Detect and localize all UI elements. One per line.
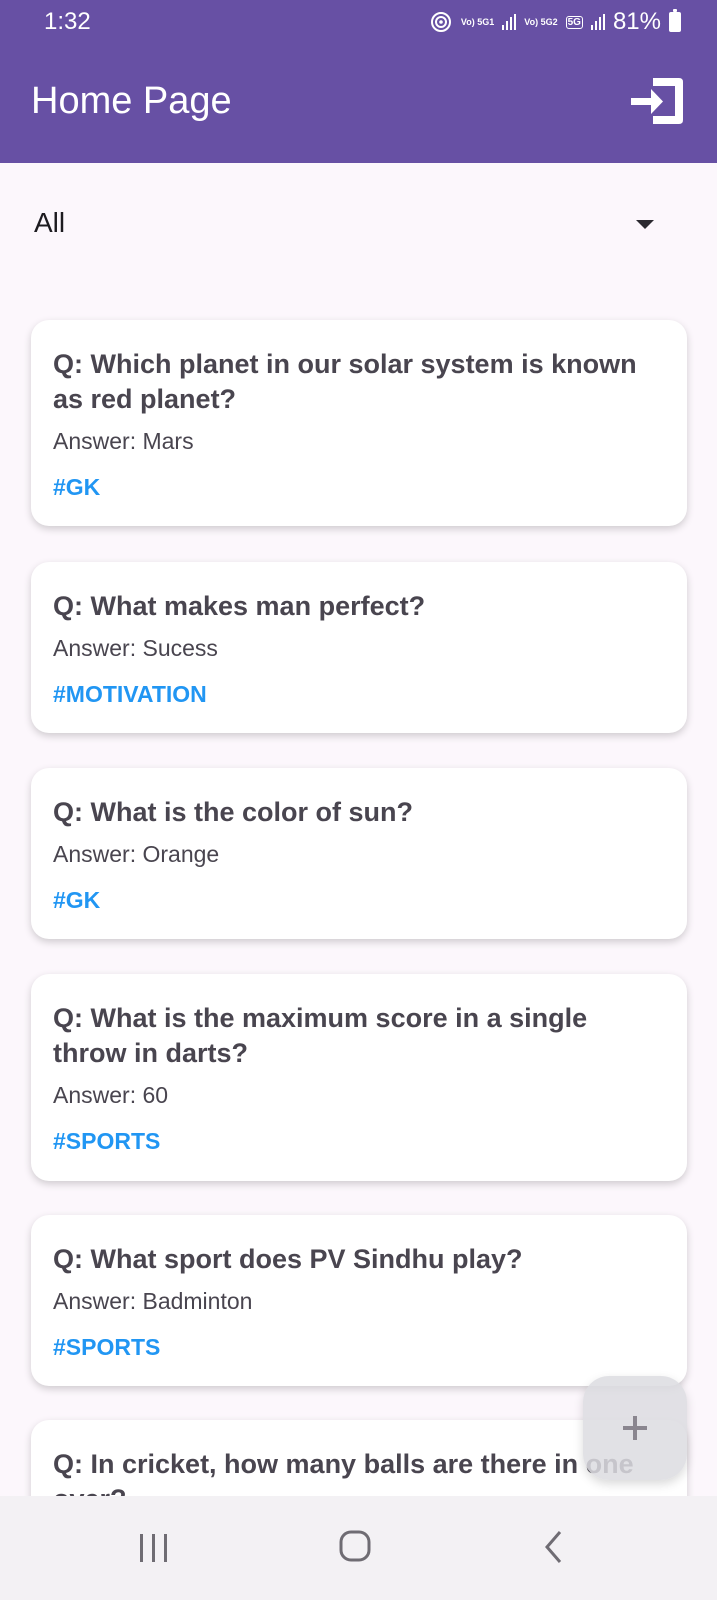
question-card[interactable]: Q: What sport does PV Sindhu play? Answe… — [31, 1215, 687, 1386]
question-card[interactable]: Q: What makes man perfect? Answer: Suces… — [31, 562, 687, 733]
tag-label: #SPORTS — [53, 1128, 161, 1154]
home-icon[interactable] — [338, 1529, 372, 1563]
back-icon[interactable] — [542, 1529, 566, 1565]
answer-text: Answer: Badminton — [53, 1288, 253, 1314]
answer-text: Answer: Sucess — [53, 635, 218, 661]
question-text: Q: Which planet in our solar system is k… — [53, 349, 637, 414]
answer-text: Answer: Orange — [53, 841, 220, 867]
logout-icon[interactable] — [627, 74, 687, 128]
status-time: 1:32 — [44, 8, 91, 35]
tag-label: #GK — [53, 474, 101, 500]
recent-apps-icon[interactable] — [138, 1531, 170, 1565]
question-text: Q: What is the maximum score in a single… — [53, 1003, 588, 1068]
question-text: Q: In cricket, how many balls are there … — [53, 1449, 634, 1496]
add-question-button[interactable] — [583, 1376, 687, 1480]
hotspot-icon — [430, 12, 451, 32]
page-title: Home Page — [31, 80, 232, 122]
tag-label: #MOTIVATION — [53, 681, 207, 707]
answer-text: Answer: Mars — [53, 428, 194, 454]
top-bar: 1:32 Vo) 5G1 Vo) 5G2 5G 81% Home Page — [0, 0, 717, 163]
question-card[interactable]: Q: What is the maximum score in a single… — [31, 974, 687, 1181]
question-card[interactable]: Q: Which planet in our solar system is k… — [31, 320, 687, 526]
status-bar: 1:32 Vo) 5G1 Vo) 5G2 5G 81% — [0, 0, 717, 44]
network-label-2: Vo) 5G2 — [524, 16, 558, 27]
signal-icon-2 — [590, 14, 605, 30]
tag-label: #GK — [53, 887, 101, 913]
network-label-1: Vo) 5G1 — [460, 16, 495, 27]
battery-percent: 81% — [612, 8, 661, 35]
battery-icon — [669, 9, 681, 32]
system-navigation-bar — [0, 1496, 717, 1600]
answer-text: Answer: 60 — [53, 1082, 169, 1108]
plus-icon — [623, 1416, 647, 1440]
status-icons: Vo) 5G1 Vo) 5G2 5G 81% — [429, 8, 681, 36]
question-text: Q: What is the color of sun? — [53, 797, 413, 827]
question-list[interactable]: Q: Which planet in our solar system is k… — [0, 163, 717, 1496]
question-text: Q: What sport does PV Sindhu play? — [53, 1244, 523, 1274]
signal-icon-1 — [502, 14, 517, 30]
question-card[interactable]: Q: What is the color of sun? Answer: Ora… — [31, 768, 687, 939]
5g-badge: 5G — [565, 15, 583, 29]
question-text: Q: What makes man perfect? — [53, 591, 426, 621]
tag-label: #SPORTS — [53, 1334, 161, 1360]
